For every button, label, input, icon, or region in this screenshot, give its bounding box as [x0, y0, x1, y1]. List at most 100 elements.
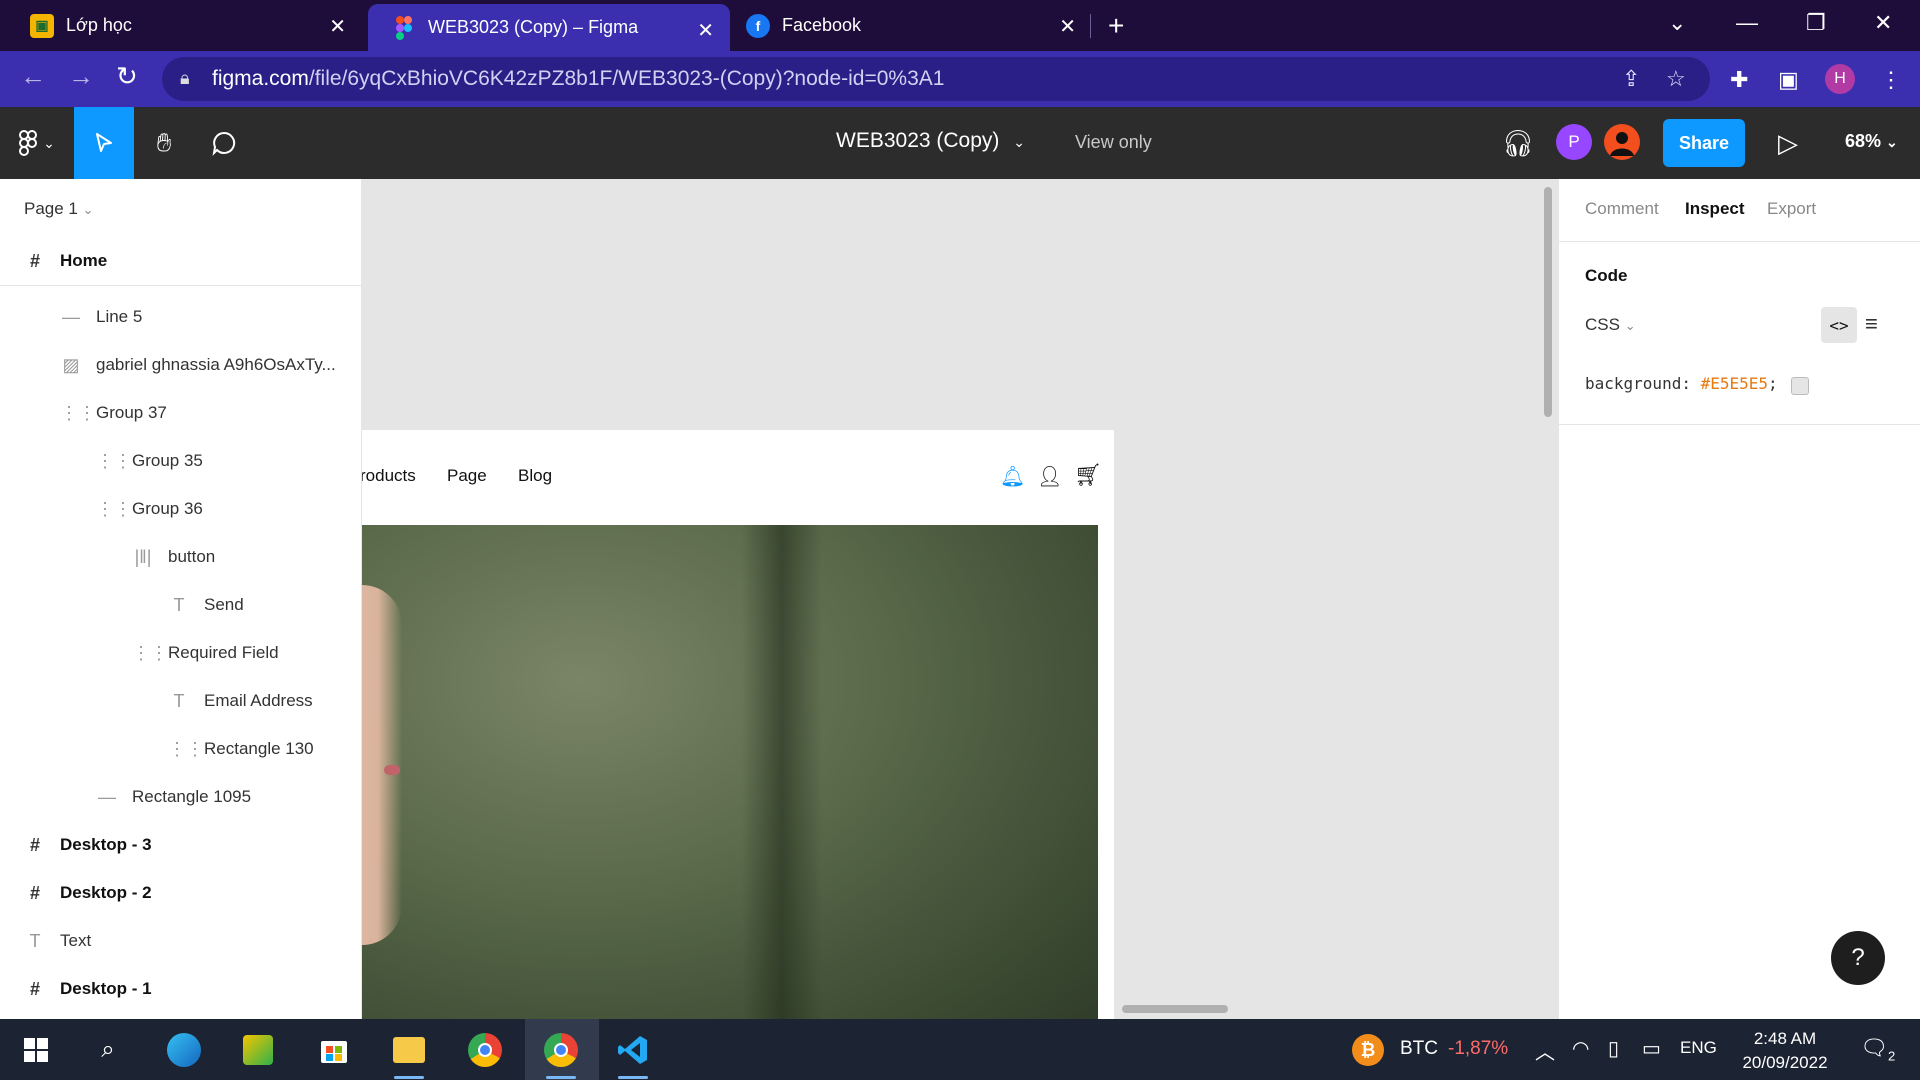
layer-item[interactable]: — Line 5 — [0, 293, 361, 341]
tab-search-icon[interactable]: ⌄ — [1668, 10, 1686, 36]
avatar[interactable] — [1604, 124, 1640, 160]
frame-icon: # — [29, 978, 40, 999]
avatar[interactable]: P — [1556, 124, 1592, 160]
snipping-tool-icon[interactable] — [237, 1029, 279, 1071]
tab-classroom[interactable]: ▣ Lớp học ✕ — [0, 0, 362, 51]
layer-item[interactable]: ⋮⋮ Required Field — [0, 629, 361, 677]
bitcoin-icon[interactable]: ₿ — [1352, 1034, 1384, 1066]
code-terminator: ; — [1768, 374, 1778, 393]
chevron-down-icon: ⌄ — [1013, 134, 1025, 150]
search-icon[interactable]: ⌕ — [87, 1029, 129, 1071]
zoom-level[interactable]: 68% ⌄ — [1845, 131, 1898, 152]
design-canvas[interactable]: roducts Page Blog 🔔︎ 👤︎ 🛒︎ — [362, 179, 1558, 1019]
vertical-scrollbar[interactable] — [1544, 187, 1552, 417]
layer-name: Text — [60, 931, 92, 950]
tab-comment[interactable]: Comment — [1585, 199, 1659, 219]
bookmark-star-icon[interactable]: ☆ — [1666, 66, 1686, 92]
close-icon[interactable]: ✕ — [329, 14, 346, 39]
present-play-icon[interactable]: ▷ — [1770, 107, 1806, 179]
address-bar-row: ← → ↻ 🔒︎ figma.com/file/6yqCxBhioVC6K42z… — [0, 51, 1920, 107]
layer-name: Rectangle 1095 — [132, 787, 252, 806]
help-button[interactable]: ? — [1831, 931, 1885, 985]
extensions-icon[interactable]: ✚ — [1730, 67, 1748, 93]
minimize-icon[interactable]: — — [1736, 10, 1758, 36]
wifi-icon[interactable]: ◠ — [1572, 1036, 1589, 1061]
tab-figma[interactable]: WEB3023 (Copy) – Figma ✕ — [368, 4, 730, 51]
device-icon[interactable]: ▯ — [1608, 1036, 1619, 1061]
new-tab-icon[interactable]: + — [1108, 10, 1124, 42]
share-button[interactable]: Share — [1663, 119, 1745, 167]
profile-avatar[interactable]: H — [1825, 64, 1855, 94]
layer-item-desktop-1[interactable]: # Desktop - 1 — [0, 965, 361, 1013]
move-tool-icon[interactable] — [74, 107, 134, 179]
audio-headphones-icon[interactable]: 🎧︎ — [1498, 107, 1538, 179]
reload-icon[interactable]: ↻ — [116, 61, 138, 92]
frame-icon: # — [29, 250, 40, 271]
layer-item[interactable]: |‖| button — [0, 533, 361, 581]
user-icon: 👤︎ — [1037, 466, 1063, 488]
tab-separator — [1090, 14, 1091, 38]
frame-icon: # — [29, 882, 40, 903]
layer-item-desktop-3[interactable]: # Desktop - 3 — [0, 821, 361, 869]
horizontal-scrollbar[interactable] — [1122, 1005, 1228, 1013]
language-select[interactable]: CSS ⌄ — [1585, 315, 1636, 335]
list-view-icon[interactable]: ≡ — [1865, 311, 1878, 337]
layer-name: Line 5 — [96, 307, 143, 326]
layer-item-text[interactable]: T Text — [0, 917, 361, 965]
chrome-icon[interactable] — [464, 1029, 506, 1071]
layer-name: Rectangle 130 — [204, 739, 314, 758]
back-icon[interactable]: ← — [20, 61, 46, 92]
layer-item[interactable]: ⋮⋮ Rectangle 130 — [0, 725, 361, 773]
hand-tool-icon[interactable]: ✋︎ — [134, 107, 194, 179]
document-title[interactable]: WEB3023 (Copy) ⌄ — [836, 129, 1025, 153]
layer-item[interactable]: ▨ gabriel ghnassia A9h6OsAxTy... — [0, 341, 361, 389]
layer-item[interactable]: ⋮⋮ Group 36 — [0, 485, 361, 533]
chevron-up-icon[interactable]: ︿ — [1535, 1036, 1555, 1065]
window-close-icon[interactable]: ✕ — [1874, 10, 1892, 36]
layer-item[interactable]: T Email Address — [0, 677, 361, 725]
close-icon[interactable]: ✕ — [697, 18, 714, 43]
layer-item-desktop-2[interactable]: # Desktop - 2 — [0, 869, 361, 917]
clock-date: 20/09/2022 — [1742, 1053, 1828, 1072]
more-menu-icon[interactable]: ⋮ — [1880, 67, 1902, 93]
forward-icon[interactable]: → — [68, 61, 94, 92]
close-icon[interactable]: ✕ — [1059, 14, 1076, 39]
code-line[interactable]: background: #E5E5E5; — [1585, 374, 1778, 393]
layer-item-home[interactable]: # Home — [0, 237, 361, 285]
layer-item[interactable]: ⋮⋮ Group 35 — [0, 437, 361, 485]
comment-tool-icon[interactable] — [194, 107, 254, 179]
vscode-icon[interactable] — [612, 1029, 654, 1079]
clock[interactable]: 2:48 AM 20/09/2022 — [1730, 1027, 1840, 1075]
share-page-icon[interactable]: ⇪ — [1622, 66, 1640, 92]
zoom-value: 68% — [1845, 131, 1882, 151]
chrome-profile-icon[interactable] — [540, 1029, 582, 1079]
url-text[interactable]: figma.com/file/6yqCxBhioVC6K42zPZ8b1F/WE… — [212, 67, 944, 91]
battery-icon[interactable]: ▭ — [1642, 1036, 1661, 1061]
layer-item[interactable]: T Send — [0, 581, 361, 629]
tab-facebook[interactable]: f Facebook ✕ — [730, 0, 1092, 51]
restore-icon[interactable]: ❐ — [1806, 10, 1826, 36]
windows-start-icon[interactable] — [15, 1029, 57, 1071]
store-icon[interactable] — [313, 1029, 355, 1071]
home-frame[interactable]: roducts Page Blog 🔔︎ 👤︎ 🛒︎ — [362, 430, 1114, 1019]
text-icon: T — [29, 930, 41, 951]
tab-export[interactable]: Export — [1767, 199, 1816, 219]
side-panel-icon[interactable]: ▣ — [1778, 67, 1799, 93]
classroom-icon: ▣ — [30, 13, 54, 38]
chevron-down-icon: ⌄ — [82, 202, 94, 217]
layer-item[interactable]: — Rectangle 1095 — [0, 773, 361, 821]
figma-menu-icon[interactable]: ⌄ — [0, 107, 74, 179]
hero-image — [362, 525, 1098, 1019]
file-explorer-icon[interactable] — [388, 1029, 430, 1079]
line-icon: — — [98, 786, 116, 807]
group-icon: ⋮⋮ — [60, 402, 96, 423]
page-selector[interactable]: Page 1 ⌄ — [24, 199, 94, 219]
layer-item[interactable]: ⋮⋮ Group 37 — [0, 389, 361, 437]
language-indicator[interactable]: ENG — [1680, 1038, 1717, 1058]
code-view-icon[interactable]: <> — [1821, 307, 1857, 343]
tab-inspect[interactable]: Inspect — [1685, 199, 1745, 219]
lock-icon[interactable]: 🔒︎ — [180, 68, 190, 89]
url-bar[interactable]: 🔒︎ figma.com/file/6yqCxBhioVC6K42zPZ8b1F… — [162, 57, 1710, 101]
edge-icon[interactable] — [163, 1029, 205, 1071]
notification-icon[interactable]: 🗨︎2 — [1860, 1035, 1895, 1063]
